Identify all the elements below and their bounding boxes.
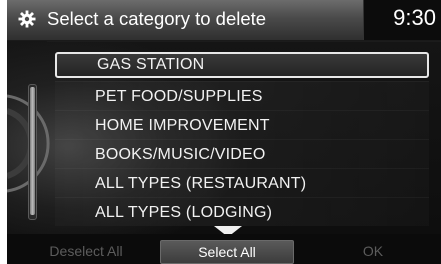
navigation-screen: Select a category to delete 9:30 GAS STA… xyxy=(7,0,441,264)
category-list-area: GAS STATION PET FOOD/SUPPLIES HOME IMPRO… xyxy=(7,41,441,237)
list-item-all-types-lodging[interactable]: ALL TYPES (LODGING) xyxy=(55,197,429,226)
list-item-pet-food-supplies[interactable]: PET FOOD/SUPPLIES xyxy=(55,81,429,110)
list-item-label: HOME IMPROVEMENT xyxy=(95,117,270,134)
list-item-home-improvement[interactable]: HOME IMPROVEMENT xyxy=(55,110,429,139)
bottom-action-bar: Deselect All Select All OK xyxy=(7,234,441,264)
clock: 9:30 xyxy=(393,5,436,30)
page-title: Select a category to delete xyxy=(47,8,267,29)
gear-icon xyxy=(18,10,36,28)
deselect-all-button[interactable]: Deselect All xyxy=(41,240,131,262)
list-item-gas-station[interactable]: GAS STATION xyxy=(55,52,429,78)
select-all-button[interactable]: Select All xyxy=(160,240,294,264)
list-item-books-music-video[interactable]: BOOKS/MUSIC/VIDEO xyxy=(55,139,429,168)
ok-button[interactable]: OK xyxy=(353,240,393,262)
scrollbar[interactable] xyxy=(28,84,37,220)
list-item-label: ALL TYPES (RESTAURANT) xyxy=(95,175,307,192)
list-item-label: PET FOOD/SUPPLIES xyxy=(95,88,263,105)
category-list: GAS STATION PET FOOD/SUPPLIES HOME IMPRO… xyxy=(55,52,429,226)
list-item-all-types-restaurant[interactable]: ALL TYPES (RESTAURANT) xyxy=(55,168,429,197)
clock-box: 9:30 xyxy=(363,0,441,40)
header-bar: Select a category to delete 9:30 xyxy=(7,0,441,41)
list-item-label: GAS STATION xyxy=(97,56,205,73)
list-item-label: ALL TYPES (LODGING) xyxy=(95,204,273,221)
scrollbar-thumb[interactable] xyxy=(30,87,35,215)
list-item-label: BOOKS/MUSIC/VIDEO xyxy=(95,146,266,163)
